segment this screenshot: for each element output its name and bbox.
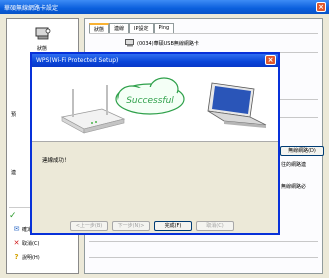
ok-check-icon: ✓ — [9, 211, 17, 221]
main-window-title: 華碩無線網路卡設定 — [4, 5, 59, 12]
dialog-close-icon[interactable]: × — [265, 55, 276, 65]
help-icon: ? — [14, 253, 19, 261]
finish-button[interactable]: 完成(F) — [154, 221, 192, 231]
next-button[interactable]: 下一步(N)> — [112, 221, 150, 231]
row-line-5 — [89, 257, 318, 258]
close-icon[interactable]: × — [316, 2, 326, 12]
cancel-label: 取消(C) — [22, 241, 40, 247]
wps-dialog: WPS(Wi-Fi Protected Setup) × Successful — [30, 52, 280, 235]
dialog-cancel-button[interactable]: 取消(C) — [196, 221, 234, 231]
help-label: 說明(H) — [22, 255, 40, 261]
adapter-icon — [125, 39, 134, 47]
ok-icon: ✉ — [13, 225, 20, 233]
wps-dialog-body: 連線成功！ <上一步(B) 下一步(N)> 完成(F) 取消(C) — [32, 142, 278, 233]
main-window-titlebar[interactable]: 華碩無線網路卡設定 × — [0, 0, 329, 14]
successful-text: Successful — [126, 96, 174, 106]
adapter-name: (0034)華碩USB無線網路卡 — [137, 41, 199, 47]
row-line-4 — [89, 241, 318, 242]
cancel-x-icon: ✕ — [13, 239, 20, 247]
tab-underline — [89, 33, 318, 34]
right-text-1: 往的網路連 — [281, 162, 307, 168]
dialog-button-row: <上一步(B) 下一步(N)> 完成(F) 取消(C) — [70, 221, 234, 231]
wps-dialog-title: WPS(Wi-Fi Protected Setup) — [36, 57, 119, 64]
back-button[interactable]: <上一步(B) — [70, 221, 108, 231]
wps-dialog-titlebar[interactable]: WPS(Wi-Fi Protected Setup) × — [32, 54, 278, 67]
connection-message: 連線成功！ — [42, 158, 70, 164]
side-label-2: 連 — [11, 170, 17, 176]
wireless-network-button[interactable]: 無線網路(D) — [280, 146, 324, 156]
right-text-2: 無線網路必 — [281, 184, 307, 190]
network-adapter-icon — [35, 27, 51, 40]
wps-illustration: Successful — [32, 67, 278, 141]
help-button[interactable]: ? 說明(H) — [13, 253, 40, 262]
status-label[interactable]: 狀態 — [37, 45, 47, 52]
cancel-button[interactable]: ✕ 取消(C) — [13, 239, 40, 248]
side-label-1: 預 — [11, 112, 17, 118]
adapter-row: (0034)華碩USB無線網路卡 — [125, 39, 199, 48]
